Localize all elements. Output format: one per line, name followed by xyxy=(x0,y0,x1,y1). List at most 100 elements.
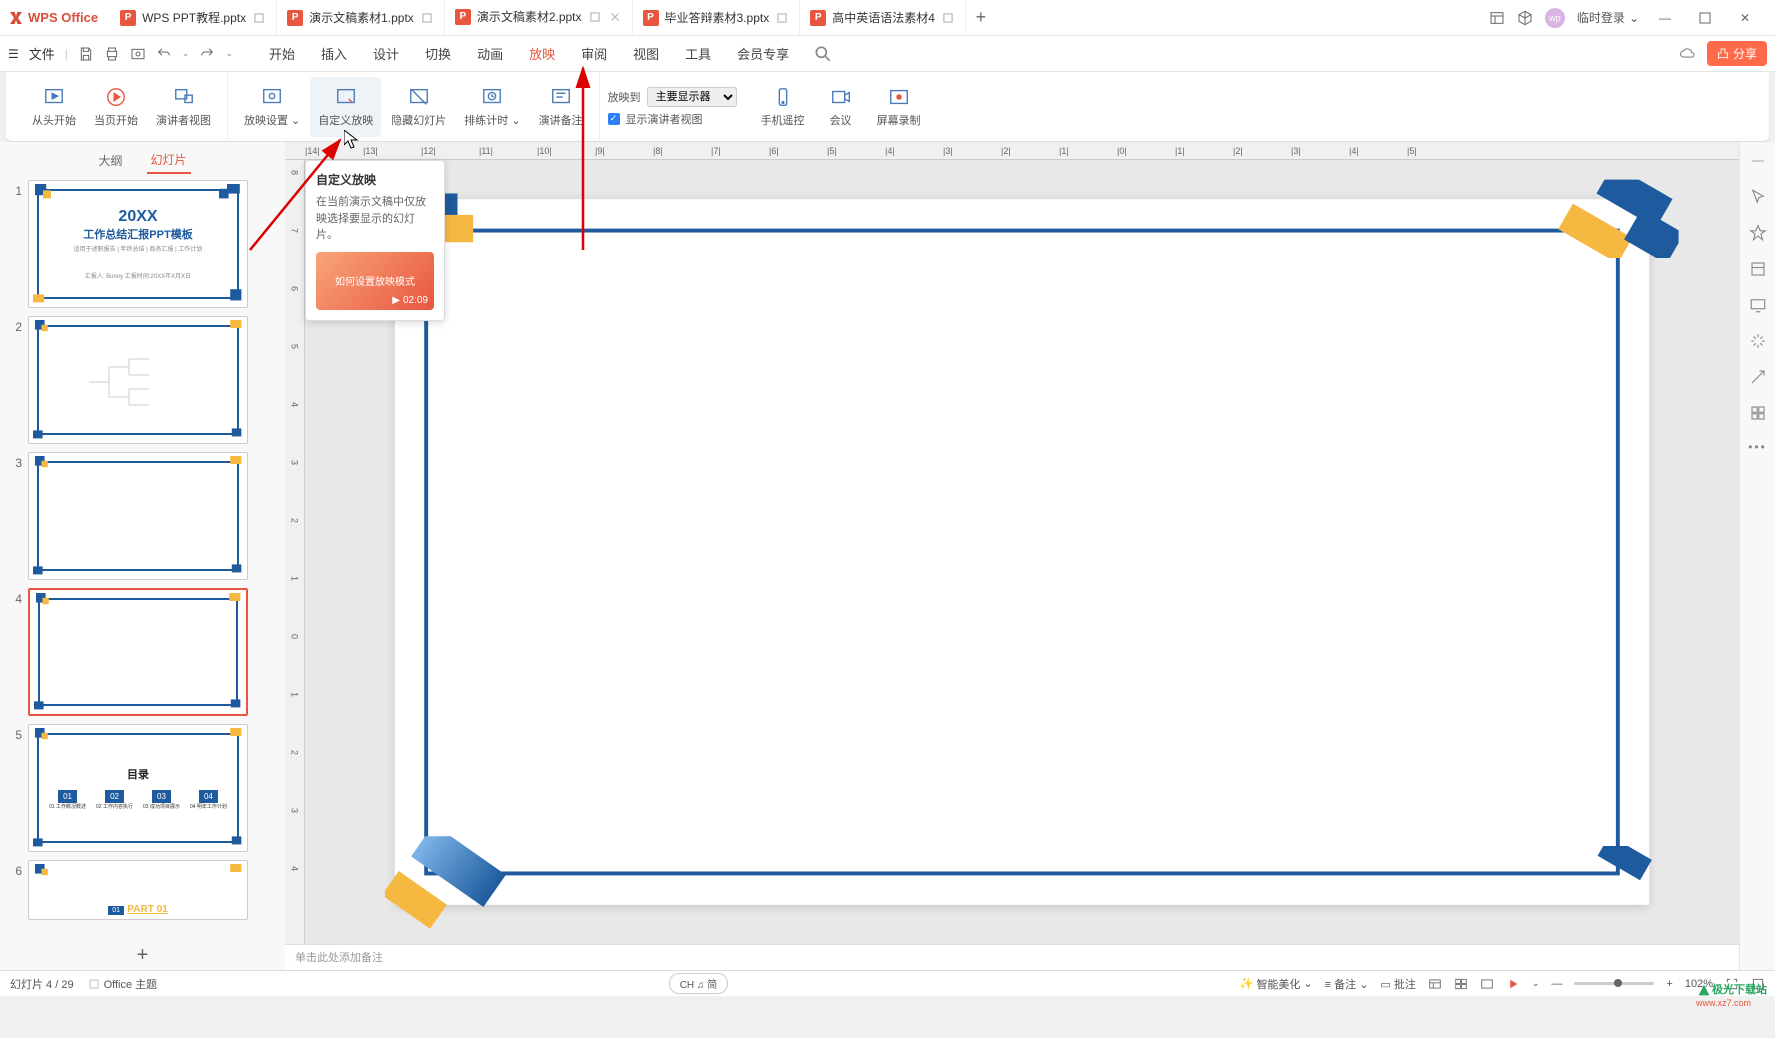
share-button[interactable]: 凸分享 xyxy=(1707,41,1767,66)
menu-insert[interactable]: 插入 xyxy=(319,40,349,67)
tooltip-video-thumb[interactable]: 如何设置放映模式 ▶ 02:09 xyxy=(316,252,434,310)
print-icon[interactable] xyxy=(104,46,120,62)
status-bar: 幻灯片 4 / 29 Office 主题 CH ♫ 简 ✨智能美化 ⌄ ≡ 备注… xyxy=(0,970,1775,996)
menu-transition[interactable]: 切换 xyxy=(423,40,453,67)
menu-slideshow[interactable]: 放映 xyxy=(527,40,557,67)
sparkle-icon[interactable] xyxy=(1749,332,1767,350)
hide-slide-button[interactable]: 隐藏幻灯片 xyxy=(383,77,454,137)
close-icon[interactable] xyxy=(608,10,622,24)
preview-icon[interactable] xyxy=(130,46,146,62)
add-slide-button[interactable]: + xyxy=(0,940,285,970)
tab-window-icon[interactable] xyxy=(252,11,266,25)
slide-viewport[interactable] xyxy=(305,160,1739,944)
thumb-2[interactable] xyxy=(28,316,248,444)
file-menu[interactable]: 文件 xyxy=(29,44,55,63)
chevron-down-icon: ⌄ xyxy=(1629,11,1639,25)
tab-window-icon[interactable] xyxy=(588,10,602,24)
comments-toggle[interactable]: ▭ 批注 xyxy=(1380,976,1415,992)
collapse-icon[interactable] xyxy=(1749,152,1767,170)
slide-canvas[interactable] xyxy=(395,199,1649,905)
tab-0[interactable]: PWPS PPT教程.pptx xyxy=(110,0,277,35)
rehearse-button[interactable]: 排练计时 ⌄ xyxy=(456,77,528,137)
avatar[interactable]: wp xyxy=(1545,8,1565,28)
notes-input[interactable]: 单击此处添加备注 xyxy=(285,944,1739,970)
display-select[interactable]: 主要显示器 xyxy=(647,87,737,107)
canvas-area: |14||13||12||11||10||9||8||7||6||5||4||3… xyxy=(285,142,1739,970)
view-slideshow-dropdown[interactable]: ⌄ xyxy=(1532,978,1540,989)
meeting-button[interactable]: 会议 xyxy=(815,77,867,137)
screen-record-button[interactable]: 屏幕录制 xyxy=(869,77,929,137)
select-icon[interactable] xyxy=(1749,188,1767,206)
tab-3[interactable]: P毕业答辩素材3.pptx xyxy=(633,0,801,35)
cloud-icon[interactable] xyxy=(1679,45,1697,63)
tab-window-icon[interactable] xyxy=(941,11,955,25)
app-name: WPS Office xyxy=(28,10,98,25)
more-icon[interactable]: ••• xyxy=(1748,440,1767,454)
menu-animation[interactable]: 动画 xyxy=(475,40,505,67)
grid-icon[interactable] xyxy=(1749,404,1767,422)
zoom-out[interactable]: — xyxy=(1551,978,1562,990)
outline-tab[interactable]: 大纲 xyxy=(94,148,126,173)
tab-window-icon[interactable] xyxy=(775,11,789,25)
presenter-checkbox[interactable]: ✓ xyxy=(608,113,620,125)
view-normal-icon[interactable] xyxy=(1428,977,1442,991)
zoom-in[interactable]: + xyxy=(1666,978,1672,990)
login-dropdown[interactable]: 临时登录 ⌄ xyxy=(1577,9,1639,26)
layout-icon[interactable] xyxy=(1489,10,1505,26)
view-sorter-icon[interactable] xyxy=(1454,977,1468,991)
undo-icon[interactable] xyxy=(156,46,172,62)
thumb-3[interactable] xyxy=(28,452,248,580)
slide-border xyxy=(424,229,1620,876)
menu-tools[interactable]: 工具 xyxy=(683,40,713,67)
template-icon[interactable] xyxy=(1749,260,1767,278)
p-icon: P xyxy=(287,10,303,26)
from-start-button[interactable]: 从头开始 xyxy=(24,77,84,137)
presenter-view-button[interactable]: 演讲者视图 xyxy=(148,77,219,137)
beautify-button[interactable]: ✨智能美化 ⌄ xyxy=(1240,976,1313,992)
phone-remote-button[interactable]: 手机遥控 xyxy=(753,77,813,137)
star-icon[interactable] xyxy=(1749,224,1767,242)
menu-member[interactable]: 会员专享 xyxy=(735,40,791,67)
p-icon: P xyxy=(643,10,659,26)
view-reading-icon[interactable] xyxy=(1480,977,1494,991)
tab-2[interactable]: P演示文稿素材2.pptx xyxy=(445,0,633,35)
tab-window-icon[interactable] xyxy=(420,11,434,25)
menu-start[interactable]: 开始 xyxy=(267,40,297,67)
annotation-arrow-1 xyxy=(240,130,360,260)
menu-view[interactable]: 视图 xyxy=(631,40,661,67)
save-icon[interactable] xyxy=(78,46,94,62)
theme-indicator[interactable]: Office 主题 xyxy=(88,976,158,992)
thumb-6[interactable]: 01 PART 01 xyxy=(28,860,248,920)
show-settings-button[interactable]: 放映设置 ⌄ xyxy=(236,77,308,137)
cube-icon[interactable] xyxy=(1517,10,1533,26)
search-icon[interactable] xyxy=(813,44,833,64)
hamburger-icon[interactable]: ☰ xyxy=(8,47,19,61)
thumb-5[interactable]: 目录 0101 工作概况概述 0202 工作内容执行 0303 成功项目展示 0… xyxy=(28,724,248,852)
redo-dropdown[interactable]: ⌄ xyxy=(225,48,233,59)
add-tab-button[interactable]: + xyxy=(966,0,996,35)
minimize-button[interactable]: — xyxy=(1651,8,1679,28)
tab-1[interactable]: P演示文稿素材1.pptx xyxy=(277,0,445,35)
tab-4[interactable]: P高中英语语法素材4 xyxy=(800,0,966,35)
menu-right: 凸分享 xyxy=(1679,41,1767,66)
p-icon: P xyxy=(455,9,471,25)
magic-icon[interactable] xyxy=(1749,368,1767,386)
zoom-slider[interactable] xyxy=(1574,982,1654,985)
thumb-4[interactable] xyxy=(28,588,248,716)
undo-dropdown[interactable]: ⌄ xyxy=(182,48,190,59)
thumbnails[interactable]: 1 20XX 工作总结汇报PPT模板 适用于述职报告 | 年终总结 | 商务汇报… xyxy=(0,172,285,940)
close-button[interactable]: ✕ xyxy=(1731,8,1759,28)
p-icon: P xyxy=(810,10,826,26)
thumb-1[interactable]: 20XX 工作总结汇报PPT模板 适用于述职报告 | 年终总结 | 商务汇报 |… xyxy=(28,180,248,308)
ime-indicator[interactable]: CH ♫ 简 xyxy=(669,973,729,994)
cursor-icon xyxy=(344,130,360,150)
notes-toggle[interactable]: ≡ 备注 ⌄ xyxy=(1325,976,1369,992)
redo-icon[interactable] xyxy=(199,46,215,62)
maximize-button[interactable] xyxy=(1691,8,1719,28)
menu-design[interactable]: 设计 xyxy=(371,40,401,67)
monitor-icon[interactable] xyxy=(1749,296,1767,314)
view-slideshow-icon[interactable] xyxy=(1506,977,1520,991)
current-page-button[interactable]: 当页开始 xyxy=(86,77,146,137)
custom-show-button[interactable]: 自定义放映 xyxy=(310,77,381,137)
slides-tab[interactable]: 幻灯片 xyxy=(147,147,191,174)
